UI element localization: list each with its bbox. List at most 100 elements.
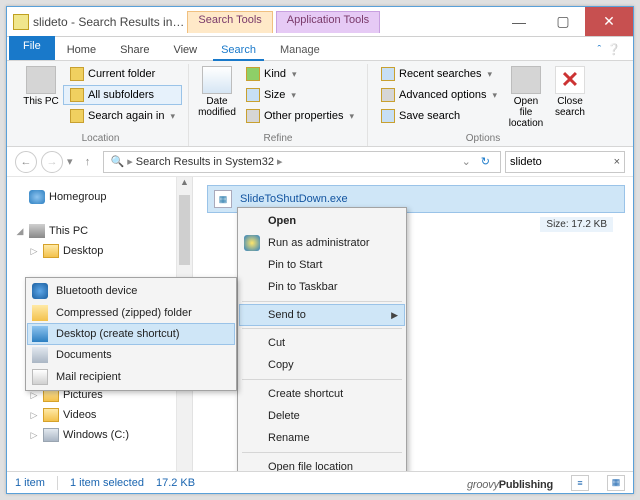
close-search-button[interactable]: ✕ Close search [548, 64, 592, 120]
tab-view[interactable]: View [161, 40, 209, 60]
menu-rename[interactable]: Rename [240, 427, 404, 449]
pc-icon [29, 224, 45, 238]
recent-searches-option[interactable]: Recent searches▾ [374, 64, 504, 84]
menu-pin-start[interactable]: Pin to Start [240, 254, 404, 276]
folder-icon [43, 408, 59, 422]
address-dropdown[interactable]: ⌄ [458, 155, 475, 168]
desktop-icon [32, 326, 48, 342]
menu-cut[interactable]: Cut [240, 332, 404, 354]
close-search-icon: ✕ [555, 66, 585, 94]
scroll-up-icon[interactable]: ▲ [177, 177, 192, 193]
group-options: Recent searches▾ Advanced options▾ Save … [368, 64, 598, 146]
sendto-mail[interactable]: Mail recipient [28, 366, 234, 388]
menu-open[interactable]: Open [240, 210, 404, 232]
kind-icon [246, 67, 260, 81]
expand-icon[interactable]: ▷ [29, 430, 39, 441]
kind-option[interactable]: Kind▾ [239, 64, 361, 84]
view-details-button[interactable]: ≡ [571, 475, 589, 491]
status-item-count: 1 item [15, 477, 45, 489]
menu-run-as-admin[interactable]: Run as administrator [240, 232, 404, 254]
expand-icon[interactable]: ◢ [15, 226, 25, 237]
maximize-button[interactable]: ▢ [541, 7, 585, 36]
close-search-label: Close search [550, 96, 590, 118]
expand-icon[interactable]: ▷ [29, 410, 39, 421]
current-folder-option[interactable]: Current folder [63, 64, 182, 84]
size-option[interactable]: Size▾ [239, 85, 361, 105]
forward-button[interactable]: → [41, 151, 63, 173]
scroll-thumb[interactable] [179, 195, 190, 265]
sendto-submenu: Bluetooth device Compressed (zipped) fol… [25, 277, 237, 391]
save-search-option[interactable]: Save search [374, 106, 504, 126]
navbar: ← → ▾ ↑ 🔍 ▸ Search Results in System32 ▸… [7, 147, 633, 177]
sendto-bluetooth[interactable]: Bluetooth device [28, 280, 234, 302]
menu-separator [242, 328, 402, 329]
tab-home[interactable]: Home [55, 40, 108, 60]
ribbon-tabs: File Home Share View Search Manage ˆ ❔ [7, 37, 633, 61]
context-tab-application-tools[interactable]: Application Tools [276, 11, 380, 33]
up-button[interactable]: ↑ [77, 151, 99, 173]
content-pane: ▲ ▦ SlideToShutDown.exe Size: 17.2 KB Op… [177, 177, 633, 471]
clear-search-button[interactable]: × [614, 156, 620, 168]
menu-send-to[interactable]: Send to▶ [239, 304, 405, 326]
tab-manage[interactable]: Manage [268, 40, 332, 60]
bluetooth-icon [32, 283, 48, 299]
context-tab-search-tools[interactable]: Search Tools [187, 11, 272, 33]
status-selected: 1 item selected [70, 477, 144, 489]
file-size-label: Size: 17.2 KB [540, 217, 613, 232]
menu-delete[interactable]: Delete [240, 405, 404, 427]
calendar-icon [202, 66, 232, 94]
expand-icon[interactable]: ▷ [29, 246, 39, 257]
search-again-option[interactable]: Search again in▾ [63, 106, 182, 126]
status-size: 17.2 KB [156, 477, 195, 489]
explorer-window: slideto - Search Results in… Search Tool… [6, 6, 634, 494]
history-dropdown[interactable]: ▾ [67, 155, 73, 168]
chevron-down-icon: ▾ [488, 69, 493, 80]
tab-search[interactable]: Search [209, 40, 268, 60]
tab-file[interactable]: File [9, 36, 55, 60]
sendto-documents[interactable]: Documents [28, 344, 234, 366]
chevron-down-icon: ▾ [492, 90, 497, 101]
homegroup-icon [29, 190, 45, 204]
tree-desktop[interactable]: ▷Desktop [11, 241, 172, 261]
mail-icon [32, 369, 48, 385]
address-bar[interactable]: 🔍 ▸ Search Results in System32 ▸ ⌄ ↻ [103, 151, 501, 173]
search-icon [70, 109, 84, 123]
folder-icon [13, 14, 29, 30]
tab-share[interactable]: Share [108, 40, 161, 60]
back-button[interactable]: ← [15, 151, 37, 173]
advanced-options-option[interactable]: Advanced options▾ [374, 85, 504, 105]
view-icons-button[interactable]: ▦ [607, 475, 625, 491]
chevron-down-icon: ▾ [349, 111, 354, 122]
menu-separator [242, 379, 402, 380]
group-label-refine: Refine [195, 131, 361, 146]
search-input[interactable]: slideto × [505, 151, 625, 173]
titlebar: slideto - Search Results in… Search Tool… [7, 7, 633, 37]
group-refine: Date modified Kind▾ Size▾ Other properti… [189, 64, 368, 146]
this-pc-button[interactable]: This PC [19, 64, 63, 109]
tree-homegroup[interactable]: Homegroup [11, 187, 172, 207]
open-file-location-button[interactable]: Open file location [504, 64, 548, 131]
all-subfolders-option[interactable]: All subfolders [63, 85, 182, 105]
date-modified-button[interactable]: Date modified [195, 64, 239, 120]
open-file-location-label: Open file location [506, 96, 546, 129]
close-button[interactable]: ✕ [585, 7, 633, 36]
group-location: This PC Current folder All subfolders Se… [13, 64, 189, 146]
chevron-right-icon: ▶ [391, 310, 398, 321]
menu-copy[interactable]: Copy [240, 354, 404, 376]
breadcrumb-item[interactable]: Search Results in System32 [133, 156, 277, 168]
menu-create-shortcut[interactable]: Create shortcut [240, 383, 404, 405]
menu-open-file-location[interactable]: Open file location [240, 456, 404, 471]
tree-windows-c[interactable]: ▷Windows (C:) [11, 425, 172, 445]
sendto-desktop-shortcut[interactable]: Desktop (create shortcut) [27, 323, 235, 345]
sendto-compressed[interactable]: Compressed (zipped) folder [28, 302, 234, 324]
other-properties-option[interactable]: Other properties▾ [239, 106, 361, 126]
tree-this-pc[interactable]: ◢This PC [11, 221, 172, 241]
folders-icon [70, 88, 84, 102]
menu-pin-taskbar[interactable]: Pin to Taskbar [240, 276, 404, 298]
help-icon[interactable]: ˆ ❔ [594, 39, 625, 60]
tree-videos[interactable]: ▷Videos [11, 405, 172, 425]
group-label-options: Options [374, 131, 592, 146]
minimize-button[interactable]: — [497, 7, 541, 36]
expand-icon[interactable]: ▷ [29, 390, 39, 401]
refresh-button[interactable]: ↻ [475, 155, 496, 168]
